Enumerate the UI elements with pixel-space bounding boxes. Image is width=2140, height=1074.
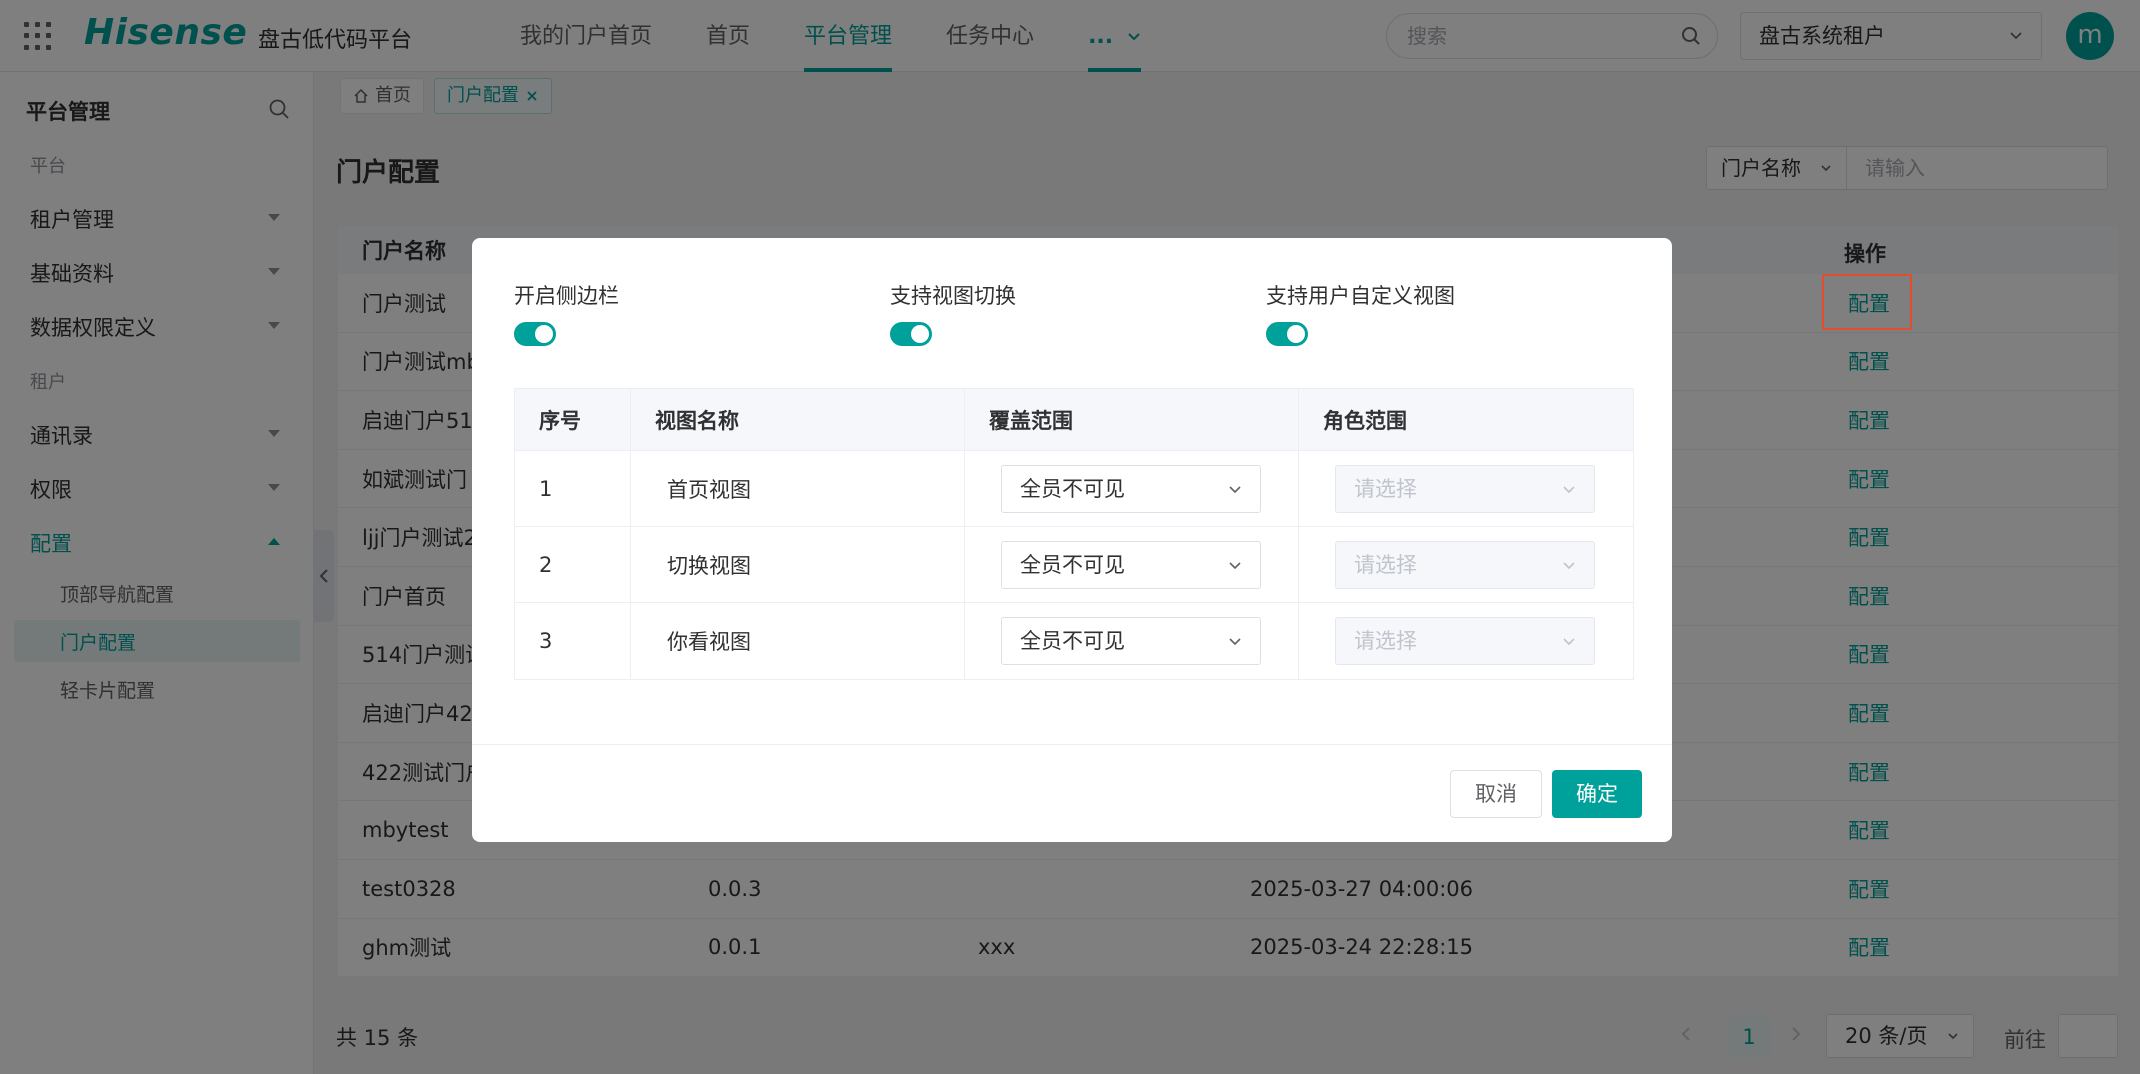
view-row: 3 你看视图 全员不可见 请选择 (515, 603, 1633, 679)
chevron-down-icon (1563, 638, 1575, 646)
scope-select-value: 全员不可见 (1020, 629, 1125, 653)
scope-select-value: 全员不可见 (1020, 476, 1125, 501)
view-table: 序号 视图名称 覆盖范围 角色范围 1 首页视图 全员不可见 请选择 2 切换视图 全员不可… (514, 388, 1634, 680)
cell-scope: 全员不可见 (965, 451, 1299, 526)
index-value: 2 (539, 552, 553, 577)
view-table-body: 1 首页视图 全员不可见 请选择 2 切换视图 全员不可见 请选择 3 你看视图 全员不可见 请选择 (515, 451, 1633, 679)
modal-footer-divider (472, 744, 1672, 745)
config-modal: 开启侧边栏 支持视图切换 支持用户自定义视图 序号 视图名称 覆盖范围 角色范围… (472, 238, 1672, 842)
confirm-button[interactable]: 确定 (1552, 770, 1642, 818)
index-value: 3 (539, 629, 553, 653)
view-row: 1 首页视图 全员不可见 请选择 (515, 451, 1633, 527)
cancel-button[interactable]: 取消 (1450, 770, 1542, 818)
cell-view-name: 你看视图 (631, 603, 965, 679)
role-select[interactable]: 请选择 (1335, 617, 1595, 665)
chevron-down-icon (1563, 561, 1575, 569)
view-row: 2 切换视图 全员不可见 请选择 (515, 527, 1633, 603)
chevron-down-icon (1229, 561, 1241, 569)
scope-select[interactable]: 全员不可见 (1001, 540, 1261, 589)
view-name-value: 切换视图 (667, 553, 751, 578)
role-select-placeholder: 请选择 (1354, 629, 1417, 653)
switch-view-label: 支持视图切换 (890, 284, 1016, 308)
role-select[interactable]: 请选择 (1335, 540, 1595, 589)
col-header-view: 视图名称 (631, 389, 965, 450)
role-select-placeholder: 请选择 (1354, 552, 1417, 577)
cell-role: 请选择 (1299, 451, 1633, 526)
switch-sidebar-label: 开启侧边栏 (514, 284, 619, 308)
col-header-index: 序号 (515, 389, 631, 450)
scope-select[interactable]: 全员不可见 (1001, 617, 1261, 665)
view-name-value: 首页视图 (667, 477, 751, 502)
config-op-highlight (1822, 274, 1912, 330)
cell-scope: 全员不可见 (965, 603, 1299, 679)
index-value: 1 (539, 476, 553, 501)
chevron-down-icon (1229, 638, 1241, 646)
switch-view-toggle[interactable] (890, 322, 932, 346)
cell-index: 2 (515, 527, 631, 602)
cell-view-name: 切换视图 (631, 527, 965, 602)
col-header-role: 角色范围 (1323, 408, 1407, 433)
chevron-down-icon (1563, 485, 1575, 493)
view-table-header: 序号 视图名称 覆盖范围 角色范围 (515, 389, 1633, 451)
cell-view-name: 首页视图 (631, 451, 965, 526)
switch-sidebar[interactable] (514, 322, 556, 346)
cell-scope: 全员不可见 (965, 527, 1299, 602)
col-header-scope: 覆盖范围 (965, 389, 1299, 450)
chevron-down-icon (1229, 485, 1241, 493)
switch-custom-label: 支持用户自定义视图 (1266, 284, 1455, 308)
cell-role: 请选择 (1299, 527, 1633, 602)
cell-index: 3 (515, 603, 631, 679)
scope-select[interactable]: 全员不可见 (1001, 464, 1261, 513)
view-name-value: 你看视图 (667, 630, 751, 654)
scope-select-value: 全员不可见 (1020, 552, 1125, 577)
cell-index: 1 (515, 451, 631, 526)
cell-role: 请选择 (1299, 603, 1633, 679)
role-select[interactable]: 请选择 (1335, 464, 1595, 513)
role-select-placeholder: 请选择 (1354, 476, 1417, 501)
switch-custom-view[interactable] (1266, 322, 1308, 346)
